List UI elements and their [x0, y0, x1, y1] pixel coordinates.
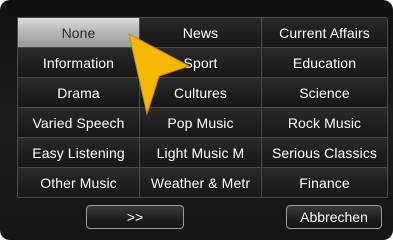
radio-genre-screen: None News Current Affairs Information Sp…: [0, 0, 393, 240]
genre-easy-listening[interactable]: Easy Listening: [18, 138, 140, 168]
genre-information[interactable]: Information: [18, 48, 140, 78]
genre-news[interactable]: News: [140, 18, 262, 48]
cancel-button[interactable]: Abbrechen: [286, 205, 382, 229]
genre-light-music[interactable]: Light Music M: [140, 138, 262, 168]
genre-education[interactable]: Education: [262, 48, 388, 78]
genre-drama[interactable]: Drama: [18, 78, 140, 108]
genre-rock-music[interactable]: Rock Music: [262, 108, 388, 138]
next-page-button[interactable]: >>: [86, 205, 184, 229]
genre-science[interactable]: Science: [262, 78, 388, 108]
genre-none[interactable]: None: [18, 18, 140, 48]
genre-pop-music[interactable]: Pop Music: [140, 108, 262, 138]
genre-other-music[interactable]: Other Music: [18, 168, 140, 198]
genre-finance[interactable]: Finance: [262, 168, 388, 198]
genre-grid: None News Current Affairs Information Sp…: [17, 17, 388, 198]
genre-weather[interactable]: Weather & Metr: [140, 168, 262, 198]
genre-cultures[interactable]: Cultures: [140, 78, 262, 108]
genre-current-affairs[interactable]: Current Affairs: [262, 18, 388, 48]
genre-varied-speech[interactable]: Varied Speech: [18, 108, 140, 138]
genre-serious-classics[interactable]: Serious Classics: [262, 138, 388, 168]
genre-sport[interactable]: Sport: [140, 48, 262, 78]
